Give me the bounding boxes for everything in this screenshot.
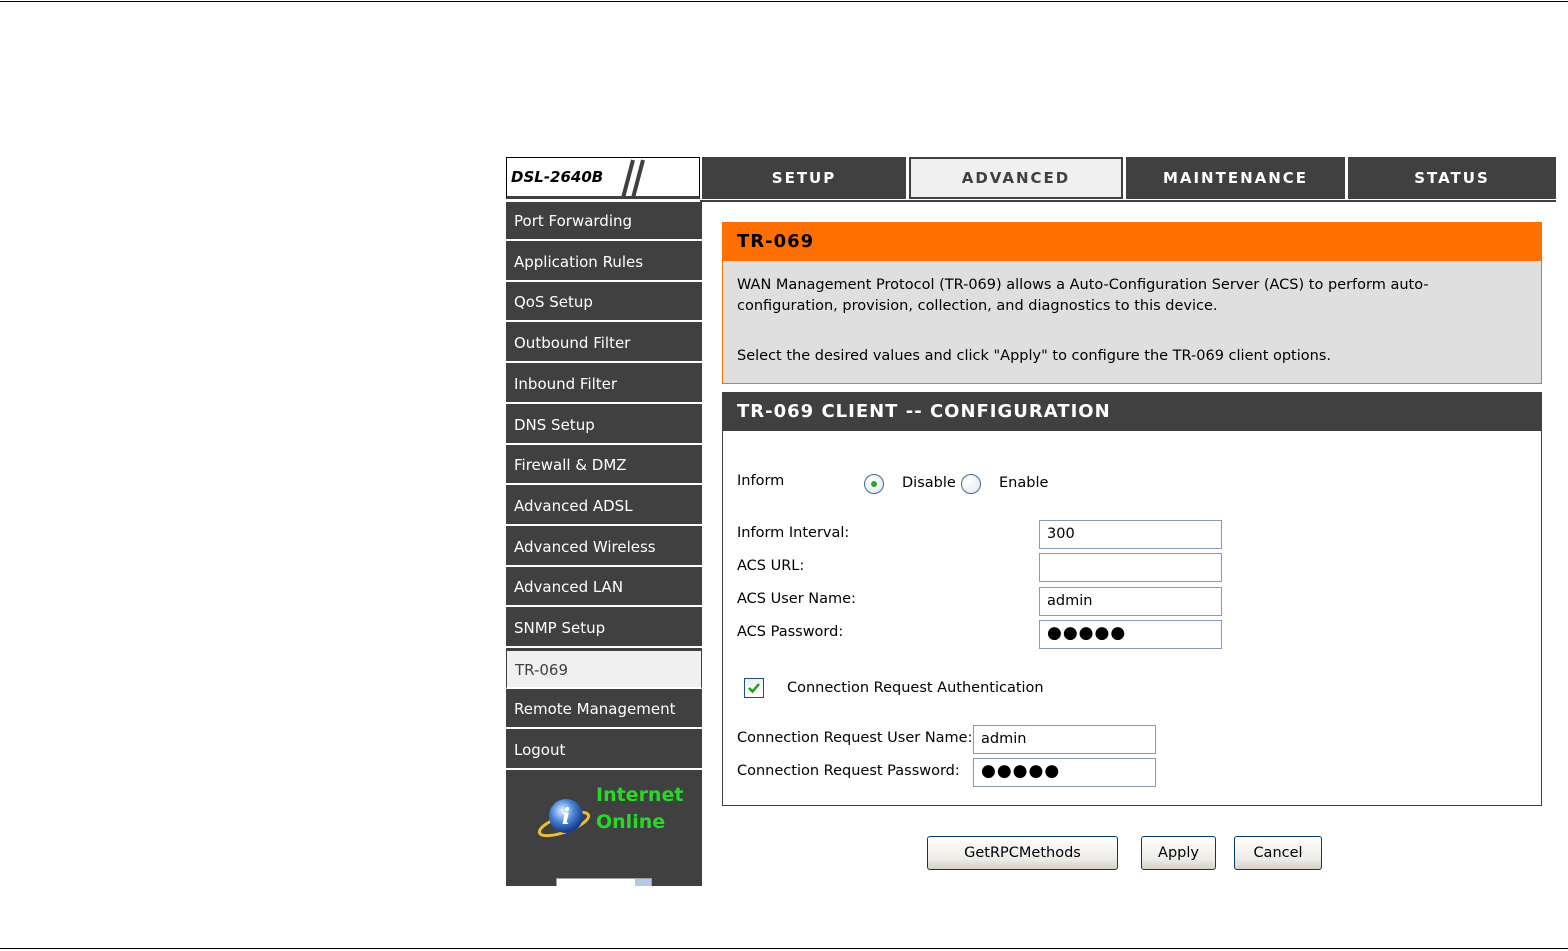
sidebar-item-dns-setup[interactable]: DNS Setup (506, 406, 702, 445)
acs-user-label: ACS User Name: (737, 591, 856, 607)
model-name: DSL-2640B (511, 168, 604, 186)
sidebar-item-advanced-wireless[interactable]: Advanced Wireless (506, 528, 702, 567)
sidebar-item-port-forwarding[interactable]: Port Forwarding (506, 202, 702, 241)
main-content: TR-069 WAN Management Protocol (TR-069) … (702, 202, 1556, 892)
acs-password-label: ACS Password: (737, 624, 844, 640)
config-title: TR-069 CLIENT -- CONFIGURATION (723, 393, 1541, 431)
sidebar-item-inbound-filter[interactable]: Inbound Filter (506, 365, 702, 404)
info-globe-icon: i (537, 799, 591, 838)
sidebar-item-application-rules[interactable]: Application Rules (506, 243, 702, 282)
acs-password-input[interactable]: ●●●●● (1039, 620, 1222, 649)
inform-enable-label: Enable (999, 475, 1049, 491)
apply-button[interactable]: Apply (1141, 836, 1216, 870)
tab-status[interactable]: STATUS (1348, 157, 1556, 199)
sidebar-item-advanced-lan[interactable]: Advanced LAN (506, 568, 702, 607)
info-title: TR-069 (723, 223, 1541, 261)
inform-disable-label: Disable (902, 475, 956, 491)
internet-status-line1: Internet (596, 784, 684, 806)
info-panel: TR-069 WAN Management Protocol (TR-069) … (722, 222, 1542, 384)
sidebar-item-remote-management[interactable]: Remote Management (506, 690, 702, 729)
tab-advanced[interactable]: ADVANCED (909, 157, 1123, 199)
inform-enable-radio[interactable] (961, 474, 981, 494)
sidebar-item-outbound-filter[interactable]: Outbound Filter (506, 324, 702, 363)
sidebar-item-logout[interactable]: Logout (506, 731, 702, 770)
inform-interval-input[interactable]: 300 (1039, 520, 1222, 549)
acs-url-input[interactable] (1039, 553, 1222, 582)
cancel-button[interactable]: Cancel (1234, 836, 1322, 870)
tab-maintenance[interactable]: MAINTENANCE (1126, 157, 1345, 199)
sidebar: Port Forwarding Application Rules QoS Se… (506, 202, 702, 886)
conn-user-label: Connection Request User Name: (737, 730, 973, 746)
conn-auth-label: Connection Request Authentication (787, 680, 1044, 696)
internet-status-line2: Online (596, 811, 666, 833)
logo-slashes-icon (621, 159, 645, 196)
inform-label: Inform (737, 473, 785, 489)
info-instruction: Select the desired values and click "App… (737, 348, 1331, 364)
sidebar-item-tr-069[interactable]: TR-069 (506, 650, 702, 689)
top-navigation: DSL-2640B SETUP ADVANCED MAINTENANCE STA… (506, 157, 1556, 201)
sidebar-item-snmp-setup[interactable]: SNMP Setup (506, 609, 702, 648)
getrpcmethods-button[interactable]: GetRPCMethods (927, 836, 1118, 870)
config-panel: TR-069 CLIENT -- CONFIGURATION Inform Di… (722, 392, 1542, 806)
conn-password-label: Connection Request Password: (737, 763, 960, 779)
sidebar-item-qos-setup[interactable]: QoS Setup (506, 283, 702, 322)
info-description: WAN Management Protocol (TR-069) allows … (737, 277, 1429, 314)
conn-user-input[interactable]: admin (973, 725, 1156, 754)
chevron-down-icon (635, 879, 651, 886)
svg-text:i: i (562, 804, 570, 830)
sidebar-item-advanced-adsl[interactable]: Advanced ADSL (506, 487, 702, 526)
inform-disable-radio[interactable] (864, 474, 884, 494)
acs-user-input[interactable]: admin (1039, 587, 1222, 616)
radio-selected-dot (871, 481, 877, 487)
tab-setup[interactable]: SETUP (702, 157, 906, 199)
acs-url-label: ACS URL: (737, 558, 805, 574)
inform-interval-label: Inform Interval: (737, 525, 850, 541)
checkmark-icon (748, 683, 760, 694)
conn-auth-checkbox[interactable] (744, 678, 764, 698)
brand-logo: DSL-2640B (506, 157, 700, 199)
conn-password-input[interactable]: ●●●●● (973, 758, 1156, 787)
page-top-rule (0, 1, 1568, 2)
sidebar-item-firewall-dmz[interactable]: Firewall & DMZ (506, 446, 702, 485)
page-bottom-rule (0, 948, 1568, 949)
language-select[interactable] (556, 878, 652, 886)
